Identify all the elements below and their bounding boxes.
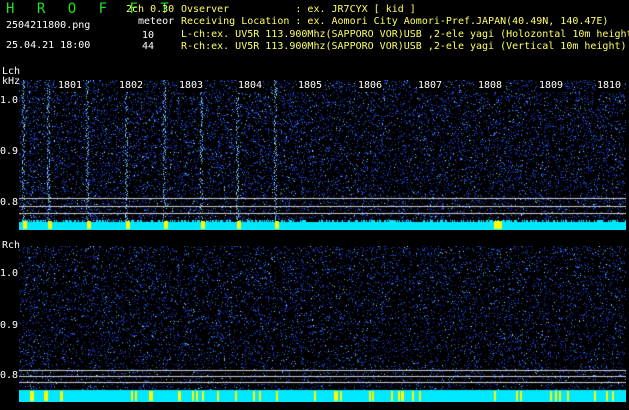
meteor-count-rch: 44 (141, 41, 154, 52)
rch-spectrogram (19, 246, 626, 402)
rch-ytick-0-9: 0.9 (0, 320, 19, 331)
lch-spectrogram-canvas (19, 80, 626, 230)
rch-ytick-0-8: 0.8 (0, 370, 19, 381)
lch-receiver-info: L-ch:ex. UV5R 113.900Mhz(SAPPORO VOR)USB… (181, 29, 629, 40)
filename-label: 2504211800.png (6, 20, 91, 31)
time-label-1804: 1804 (237, 80, 264, 92)
lch-ytick-0-8: 0.8 (0, 197, 19, 208)
time-label-1806: 1806 (357, 80, 384, 92)
rch-ytick-1-0: 1.0 (0, 268, 19, 279)
rch-receiver-info: R-ch:ex. UV5R 113.900Mhz(SAPPORO VOR)USB… (181, 41, 627, 52)
datetime-label: 25.04.21 18:00 (6, 40, 91, 51)
rch-spectrogram-canvas (19, 246, 626, 402)
time-label-1807: 1807 (417, 80, 444, 92)
meteor-count-label: meteor (138, 16, 175, 27)
lch-ytick-1-0: 1.0 (0, 95, 19, 106)
time-label-1802: 1802 (118, 80, 145, 92)
time-label-1810: 1810 (596, 80, 623, 92)
location-info: Receiving Location : ex. Aomori City Aom… (181, 16, 609, 27)
khz-unit-label: kHz (2, 76, 21, 87)
time-label-1809: 1809 (538, 80, 565, 92)
time-label-1808: 1808 (477, 80, 504, 92)
lch-ytick-0-9: 0.9 (0, 146, 19, 157)
rch-label: Rch (2, 240, 21, 251)
lch-spectrogram (19, 80, 626, 230)
observer-info: Ovserver : ex. JR7CYX [ kid ] (181, 4, 416, 15)
time-label-1805: 1805 (297, 80, 324, 92)
version-label: 2ch 0.30 (126, 4, 175, 15)
time-label-1801: 1801 (57, 80, 84, 92)
time-label-1803: 1803 (178, 80, 205, 92)
